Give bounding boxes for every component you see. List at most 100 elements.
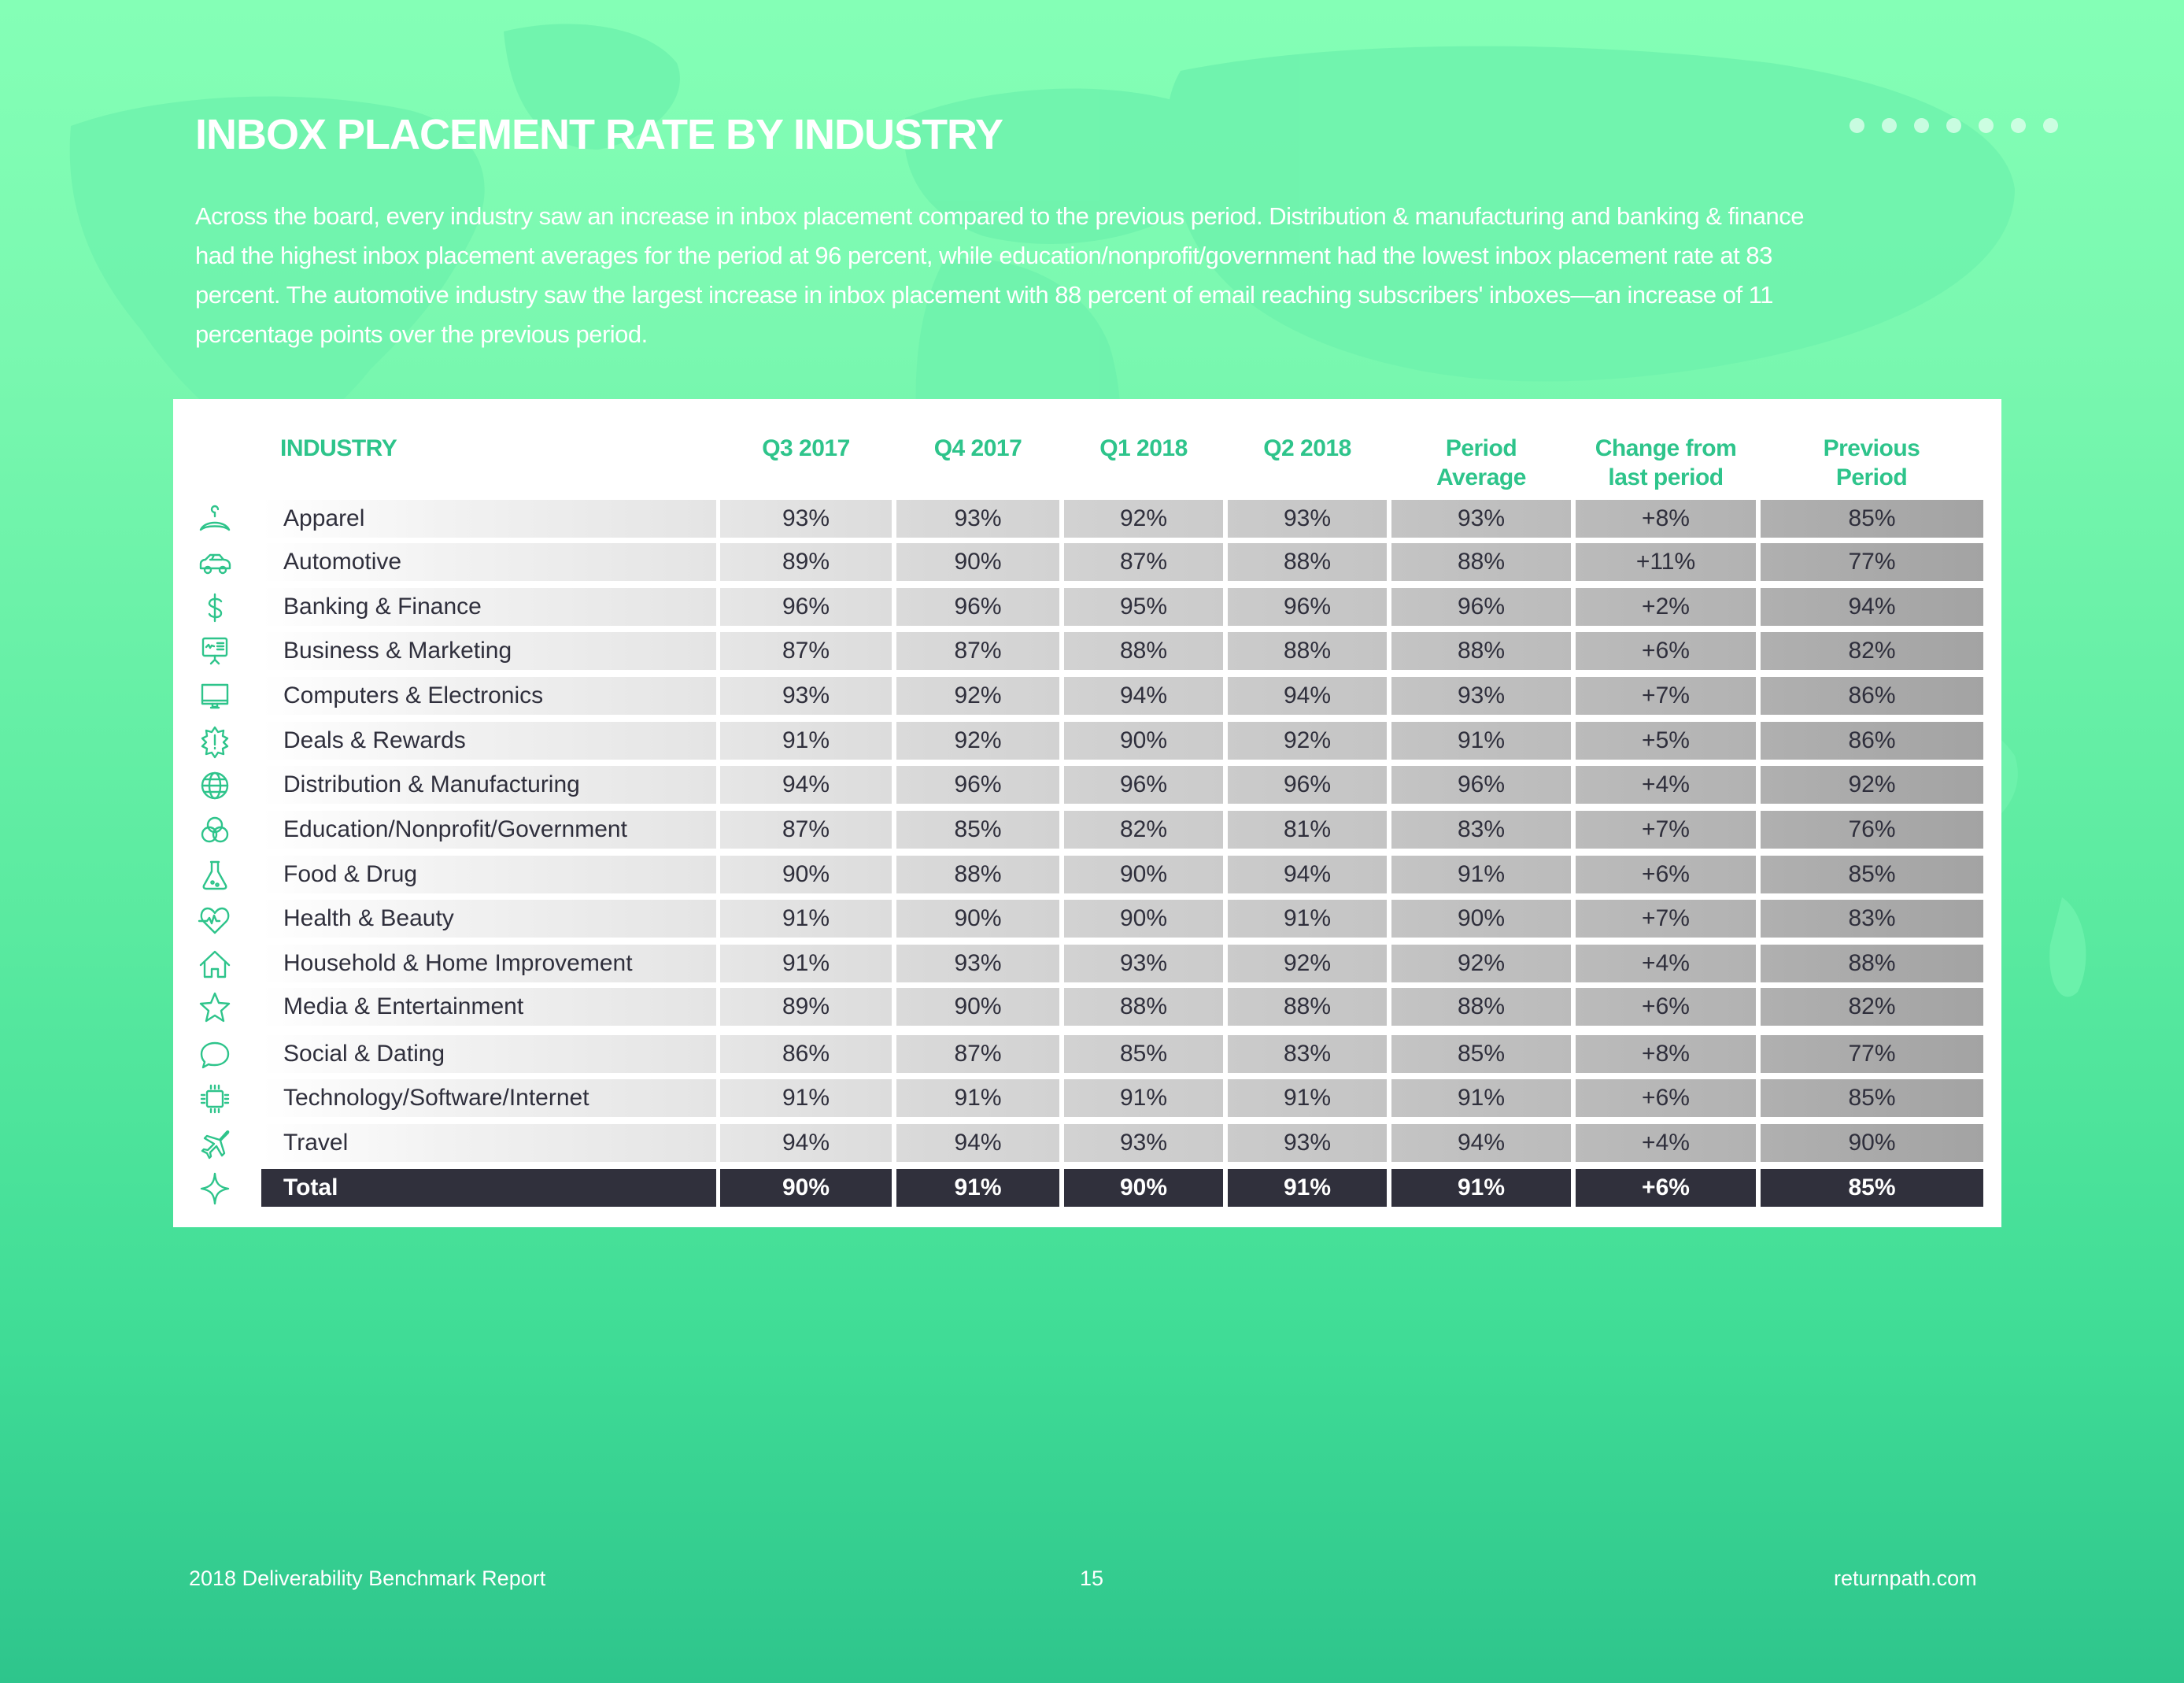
previous-period-value: 86%: [1761, 677, 1983, 715]
q4-2017-value: 90%: [896, 988, 1059, 1026]
industry-name: Total: [261, 1169, 716, 1207]
dot-icon: [2043, 118, 2058, 133]
industry-name: Distribution & Manufacturing: [261, 766, 716, 804]
period-average-value: 88%: [1391, 543, 1571, 581]
dot-icon: [1914, 118, 1929, 133]
q2-2018-value: 88%: [1228, 543, 1387, 581]
change-value: +4%: [1576, 766, 1756, 804]
dot-icon: [1979, 118, 1994, 133]
q2-2018-value: 91%: [1228, 1079, 1387, 1117]
q2-2018-value: 93%: [1228, 1124, 1387, 1162]
q1-2018-value: 90%: [1064, 1169, 1223, 1207]
q1-2018-value: 88%: [1064, 988, 1223, 1026]
period-average-value: 88%: [1391, 988, 1571, 1026]
q4-2017-value: 85%: [896, 811, 1059, 849]
presentation-board-icon: [197, 634, 233, 670]
industry-name: Technology/Software/Internet: [261, 1079, 716, 1117]
q3-2017-value: 93%: [720, 677, 892, 715]
q4-2017-value: 92%: [896, 722, 1059, 760]
intro-paragraph: Across the board, every industry saw an …: [195, 202, 1805, 348]
dot-icon: [1946, 118, 1961, 133]
industry-name: Automotive: [261, 543, 716, 581]
table-row: Deals & Rewards 91% 92% 90% 92% 91% +5% 86%: [173, 722, 2001, 761]
q3-2017-value: 94%: [720, 766, 892, 804]
change-value: +8%: [1576, 1035, 1756, 1073]
speech-bubble-icon: [197, 1037, 233, 1073]
q1-2018-value: 87%: [1064, 543, 1223, 581]
q1-2018-value: 91%: [1064, 1079, 1223, 1117]
q4-2017-value: 94%: [896, 1124, 1059, 1162]
change-value: +6%: [1576, 632, 1756, 670]
globe-icon: [197, 768, 233, 804]
q4-2017-value: 88%: [896, 856, 1059, 893]
industry-name: Media & Entertainment: [261, 988, 716, 1026]
q1-2018-value: 96%: [1064, 766, 1223, 804]
heart-pulse-icon: [197, 901, 233, 938]
q4-2017-value: 90%: [896, 900, 1059, 938]
change-value: +6%: [1576, 1169, 1756, 1207]
hanger-icon: [197, 501, 233, 538]
header-previous-period: Previous Period: [1823, 435, 1920, 490]
star-icon: [197, 989, 233, 1026]
industry-name: Computers & Electronics: [261, 677, 716, 715]
period-average-value: 83%: [1391, 811, 1571, 849]
period-average-value: 96%: [1391, 766, 1571, 804]
industry-table: INDUSTRY Q3 2017 Q4 2017 Q1 2018 Q2 2018…: [173, 399, 2001, 1227]
table-row: Health & Beauty 91% 90% 90% 91% 90% +7% 83%: [173, 900, 2001, 939]
q4-2017-value: 93%: [896, 500, 1059, 538]
period-average-value: 91%: [1391, 722, 1571, 760]
q4-2017-value: 90%: [896, 543, 1059, 581]
table-row: Distribution & Manufacturing 94% 96% 96% 96%…: [173, 766, 2001, 805]
chip-icon: [197, 1081, 233, 1117]
venn-circles-icon: [197, 812, 233, 849]
period-average-value: 91%: [1391, 856, 1571, 893]
q2-2018-value: 94%: [1228, 856, 1387, 893]
industry-name: Deals & Rewards: [261, 722, 716, 760]
q3-2017-value: 91%: [720, 900, 892, 938]
page-title: INBOX PLACEMENT RATE BY INDUSTRY: [195, 111, 1003, 158]
q1-2018-value: 90%: [1064, 856, 1223, 893]
change-value: +8%: [1576, 500, 1756, 538]
q3-2017-value: 90%: [720, 1169, 892, 1207]
previous-period-value: 85%: [1761, 1169, 1983, 1207]
period-average-value: 93%: [1391, 500, 1571, 538]
industry-name: Food & Drug: [261, 856, 716, 893]
change-value: +4%: [1576, 945, 1756, 982]
industry-name: Education/Nonprofit/Government: [261, 811, 716, 849]
footer-website: returnpath.com: [1834, 1566, 1977, 1590]
q3-2017-value: 90%: [720, 856, 892, 893]
q1-2018-value: 90%: [1064, 722, 1223, 760]
period-average-value: 85%: [1391, 1035, 1571, 1073]
q2-2018-value: 88%: [1228, 632, 1387, 670]
q2-2018-value: 91%: [1228, 900, 1387, 938]
table-row: Social & Dating 86% 87% 85% 83% 85% +8% 77%: [173, 1035, 2001, 1075]
house-icon: [197, 946, 233, 982]
q4-2017-value: 93%: [896, 945, 1059, 982]
header-q2-2018: Q2 2018: [1263, 435, 1351, 461]
period-average-value: 91%: [1391, 1169, 1571, 1207]
previous-period-value: 77%: [1761, 1035, 1983, 1073]
footer-page-number: 15: [1080, 1566, 1104, 1590]
change-value: +6%: [1576, 1079, 1756, 1117]
q3-2017-value: 89%: [720, 988, 892, 1026]
period-average-value: 91%: [1391, 1079, 1571, 1117]
change-value: +7%: [1576, 900, 1756, 938]
previous-period-value: 82%: [1761, 988, 1983, 1026]
q2-2018-value: 92%: [1228, 722, 1387, 760]
q4-2017-value: 91%: [896, 1169, 1059, 1207]
table-row: Education/Nonprofit/Government 87% 85% 82% 8…: [173, 811, 2001, 850]
footer-report-name: 2018 Deliverability Benchmark Report: [189, 1566, 546, 1590]
table-row: Household & Home Improvement 91% 93% 93% 92%…: [173, 945, 2001, 984]
header-industry: INDUSTRY: [280, 435, 397, 461]
q4-2017-value: 87%: [896, 632, 1059, 670]
previous-period-value: 85%: [1761, 500, 1983, 538]
q4-2017-value: 96%: [896, 766, 1059, 804]
period-average-value: 90%: [1391, 900, 1571, 938]
previous-period-value: 85%: [1761, 856, 1983, 893]
previous-period-value: 94%: [1761, 588, 1983, 626]
q3-2017-value: 94%: [720, 1124, 892, 1162]
q4-2017-value: 87%: [896, 1035, 1059, 1073]
q3-2017-value: 96%: [720, 588, 892, 626]
q3-2017-value: 89%: [720, 543, 892, 581]
previous-period-value: 92%: [1761, 766, 1983, 804]
